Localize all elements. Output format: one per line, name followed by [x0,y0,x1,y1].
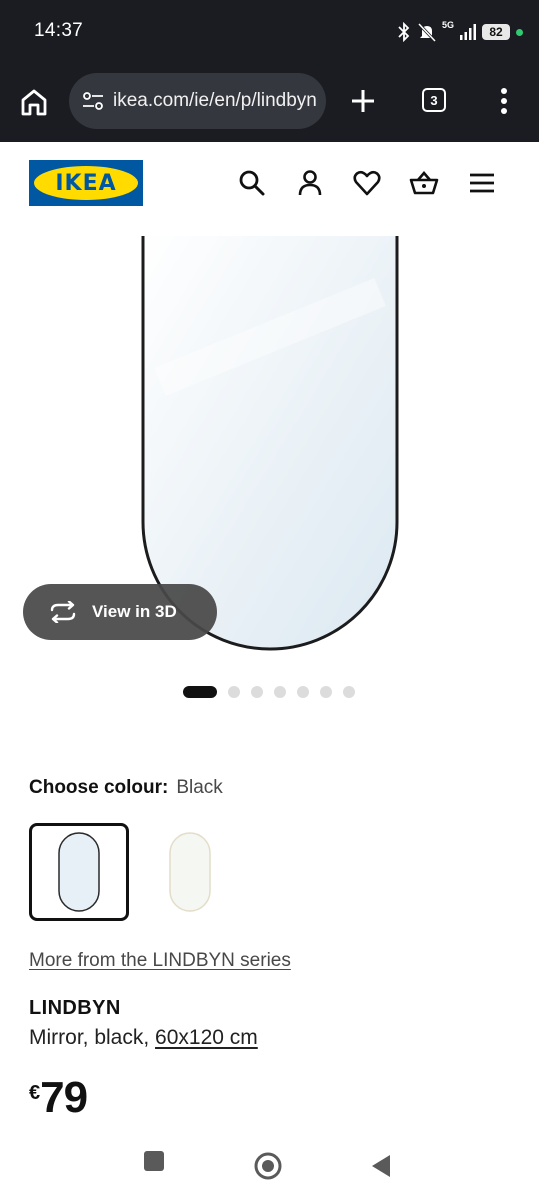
product-description-text: Mirror, black, [29,1026,156,1049]
view-in-3d-label: View in 3D [92,602,177,621]
network-label: 5G [441,20,454,30]
recents-square-icon[interactable] [143,1150,165,1172]
bluetooth-icon [398,22,410,42]
product-size-link[interactable]: 60x120 cm [155,1026,258,1049]
gallery-dot[interactable] [183,686,217,698]
colour-swatch-black[interactable] [29,823,129,921]
view-in-3d-button[interactable]: View in 3D [23,584,217,640]
series-link[interactable]: More from the LINDBYN series [29,950,291,972]
ikea-logo[interactable]: IKEA [29,160,143,206]
status-icons: 5G 82 [396,20,523,44]
product-price: €79 [29,1072,88,1124]
search-icon[interactable] [237,168,267,198]
new-tab-plus-icon[interactable] [348,86,378,116]
selected-colour: Black [176,777,223,798]
address-bar[interactable]: ikea.com/ie/en/p/lindbyn [69,73,326,129]
gallery-dot[interactable] [274,686,286,698]
signal-icon [460,24,476,40]
basket-icon[interactable] [409,168,439,198]
product-name: LINDBYN [29,997,121,1019]
home-icon[interactable] [18,86,50,118]
url-text[interactable]: ikea.com/ie/en/p/lindbyn [113,90,317,112]
browser-chrome: 14:37 5G 82 ikea.com/ie/en/p/lindbyn 3 [0,0,539,142]
privacy-indicator-dot [516,28,523,36]
gallery-dot[interactable] [343,686,355,698]
account-icon[interactable] [295,168,325,198]
tab-switcher-button[interactable]: 3 [422,88,446,112]
product-description: Mirror, black, 60x120 cm [29,1026,258,1050]
logo-text: IKEA [55,170,117,196]
swatch-mirror-black [58,832,100,912]
gallery-dot[interactable] [251,686,263,698]
gallery-dot[interactable] [228,686,240,698]
status-time: 14:37 [34,20,84,41]
gallery-pagination [183,686,355,698]
logo-oval: IKEA [34,166,138,200]
more-vert-icon[interactable] [492,86,516,116]
home-circle-icon[interactable] [253,1151,283,1181]
back-triangle-icon[interactable] [370,1153,392,1179]
choose-colour-label: Choose colour: [29,777,169,798]
heart-icon[interactable] [352,168,382,198]
site-settings-icon[interactable] [81,89,105,113]
bell-off-icon [417,22,436,42]
swatch-mirror-white [169,832,211,912]
price-currency: € [29,1082,41,1104]
rotate-3d-icon [50,601,76,623]
colour-swatch-white[interactable] [140,823,240,921]
battery-icon: 82 [482,24,510,40]
hamburger-menu-icon[interactable] [467,168,497,198]
choose-colour: Choose colour: Black [29,777,223,799]
gallery-dot[interactable] [297,686,309,698]
gallery-dot[interactable] [320,686,332,698]
price-amount: 79 [40,1073,88,1122]
